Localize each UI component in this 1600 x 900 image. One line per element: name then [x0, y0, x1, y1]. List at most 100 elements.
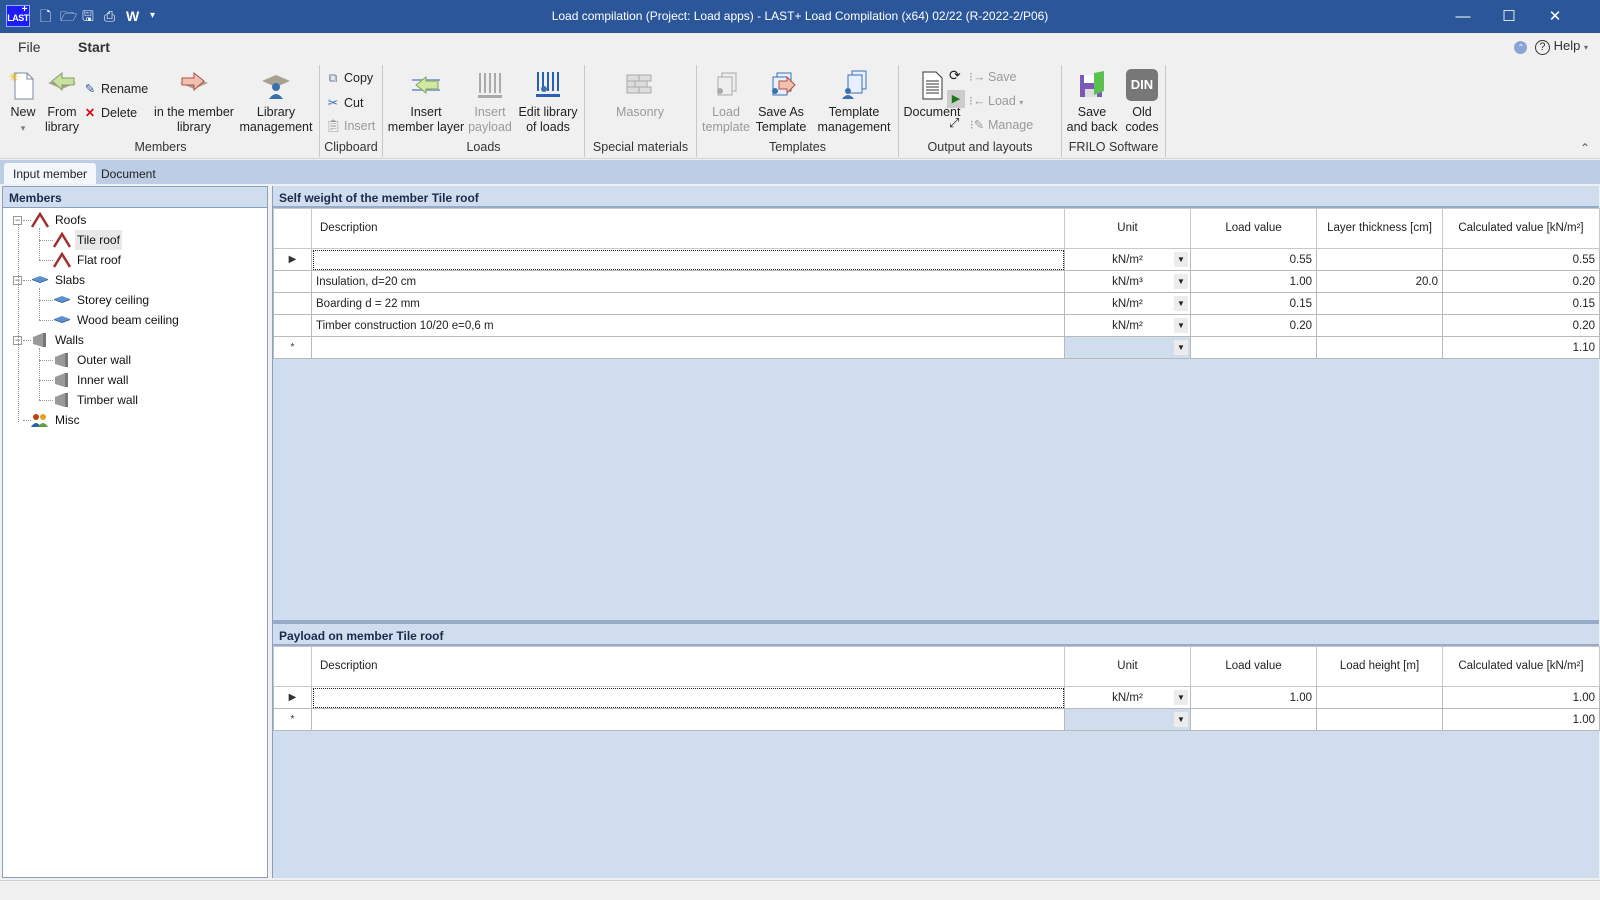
tree-node-label[interactable]: Flat roof	[75, 250, 123, 270]
edit-library-of-loads-button[interactable]: Edit library of loads	[515, 69, 581, 135]
chevron-down-icon[interactable]: ▼	[1174, 318, 1188, 333]
collapse-up-icon[interactable]: ⌃	[1514, 41, 1528, 54]
tree-node-label[interactable]: Wood beam ceiling	[75, 310, 181, 330]
close-button[interactable]: ✕	[1532, 0, 1578, 33]
row-indicator[interactable]: ▶	[273, 686, 312, 709]
row-indicator[interactable]	[273, 314, 312, 337]
table-row[interactable]: Boarding d = 22 mm kN/m² ▼ 0.15 0.15	[273, 292, 1600, 315]
tree-node-flat-roof[interactable]: Flat roof	[3, 250, 267, 270]
tree-node-outer-wall[interactable]: Outer wall	[3, 350, 267, 370]
column-layer-thickness[interactable]: Layer thickness [cm]	[1316, 208, 1443, 249]
row-indicator[interactable]	[273, 270, 312, 293]
tree-node-label[interactable]: Walls	[53, 330, 86, 350]
row-indicator[interactable]	[273, 292, 312, 315]
unit-select[interactable]: ▼	[1064, 336, 1191, 359]
tree-node-label[interactable]: Tile roof	[75, 230, 122, 250]
layout-load-button[interactable]: ⁝← Load ▾	[969, 93, 1023, 108]
save-as-template-button[interactable]: Save As Template	[753, 69, 809, 135]
description-cell[interactable]: Boarding d = 22 mm	[311, 292, 1065, 315]
chevron-down-icon[interactable]: ▼	[1174, 340, 1188, 355]
masonry-button[interactable]: Masonry	[605, 69, 675, 120]
chevron-down-icon[interactable]: ▼	[1174, 712, 1188, 727]
layout-manage-button[interactable]: ⁝✎ Manage	[969, 117, 1033, 132]
tree-node-walls[interactable]: − Walls	[3, 330, 267, 350]
column-calculated-value[interactable]: Calculated value [kN/m²]	[1442, 646, 1600, 687]
rename-button[interactable]: ✎ Rename	[82, 81, 149, 96]
chevron-down-icon[interactable]: ▼	[1174, 690, 1188, 705]
unit-select[interactable]: kN/m² ▼	[1064, 292, 1191, 315]
unit-select[interactable]: kN/m² ▼	[1064, 248, 1191, 271]
description-cell[interactable]	[311, 336, 1065, 359]
tree-node-label[interactable]: Storey ceiling	[75, 290, 151, 310]
new-row[interactable]: * ▼ 1.10	[273, 336, 1600, 359]
tree-node-label[interactable]: Slabs	[53, 270, 87, 290]
tree-node-label[interactable]: Inner wall	[75, 370, 130, 390]
tree-node-label[interactable]: Timber wall	[75, 390, 140, 410]
row-indicator[interactable]: ▶	[273, 248, 312, 271]
tree-node-label[interactable]: Misc	[53, 410, 82, 430]
table-row[interactable]: Insulation, d=20 cm kN/m³ ▼ 1.00 20.0 0.20	[273, 270, 1600, 293]
maximize-button[interactable]: ☐	[1486, 0, 1532, 33]
load-value-cell[interactable]: 0.55	[1190, 248, 1317, 271]
refresh-icon[interactable]: ⟳	[949, 67, 961, 84]
chevron-down-icon[interactable]: ▼	[1174, 274, 1188, 289]
template-management-button[interactable]: Template management	[813, 69, 895, 135]
cut-button[interactable]: ✂ Cut	[325, 95, 364, 110]
menu-file[interactable]: File	[18, 39, 41, 55]
unit-select[interactable]: ▼	[1064, 708, 1191, 731]
load-value-cell[interactable]: 1.00	[1190, 686, 1317, 709]
library-management-button[interactable]: Library management	[238, 69, 314, 135]
new-row[interactable]: * ▼ 1.00	[273, 708, 1600, 731]
column-unit[interactable]: Unit	[1064, 208, 1191, 249]
table-row[interactable]: ▶ Tiles 01 kN/m² ▼ 0.55 0.55	[273, 248, 1600, 271]
expand-window-icon[interactable]: ⤢	[949, 115, 959, 131]
tree-node-timber-wall[interactable]: Timber wall	[3, 390, 267, 410]
insert-button[interactable]: 📋︎ Insert	[325, 119, 375, 134]
column-description[interactable]: Description	[311, 646, 1065, 687]
tree-node-wood-beam-ceiling[interactable]: Wood beam ceiling	[3, 310, 267, 330]
collapse-toggle-icon[interactable]: −	[13, 216, 22, 225]
column-load-value[interactable]: Load value	[1190, 646, 1317, 687]
load-value-cell[interactable]: 1.00	[1190, 270, 1317, 293]
insert-member-layer-button[interactable]: Insert member layer	[387, 69, 465, 135]
from-library-button[interactable]: From library	[42, 69, 82, 135]
load-value-cell[interactable]: 0.20	[1190, 314, 1317, 337]
copy-button[interactable]: ⧉ Copy	[325, 71, 374, 86]
in-member-library-button[interactable]: in the member library	[152, 69, 236, 135]
tree-node-label[interactable]: Outer wall	[75, 350, 133, 370]
table-row[interactable]: ▶ Walk-on roofs kN/m² ▼ 1.00 1.00	[273, 686, 1600, 709]
column-load-value[interactable]: Load value	[1190, 208, 1317, 249]
layout-save-button[interactable]: ⁝→ Save	[969, 69, 1017, 84]
description-cell[interactable]: Insulation, d=20 cm	[311, 270, 1065, 293]
column-description[interactable]: Description	[311, 208, 1065, 249]
tree-node-misc[interactable]: Misc	[3, 410, 267, 430]
collapse-ribbon-icon[interactable]: ⌃	[1580, 141, 1590, 155]
description-cell[interactable]: Timber construction 10/20 e=0,6 m	[311, 314, 1065, 337]
tree-node-inner-wall[interactable]: Inner wall	[3, 370, 267, 390]
chevron-down-icon[interactable]: ▼	[1174, 252, 1188, 267]
description-cell[interactable]: Tiles 01	[311, 248, 1065, 271]
tree-node-storey-ceiling[interactable]: Storey ceiling	[3, 290, 267, 310]
save-and-back-button[interactable]: Save and back	[1066, 69, 1118, 135]
new-button[interactable]: ✳ New ▾	[6, 69, 40, 136]
insert-payload-button[interactable]: Insert payload	[467, 69, 513, 135]
load-template-button[interactable]: Load template	[701, 69, 751, 135]
help-menu[interactable]: ⌃ ? Help ▾	[1514, 38, 1588, 55]
load-value-cell[interactable]: 0.15	[1190, 292, 1317, 315]
chevron-down-icon[interactable]: ▼	[1174, 296, 1188, 311]
tree-node-slabs[interactable]: − Slabs	[3, 270, 267, 290]
tree-node-roofs[interactable]: − Roofs	[3, 210, 267, 230]
unit-select[interactable]: kN/m² ▼	[1064, 686, 1191, 709]
minimize-button[interactable]: —	[1440, 0, 1486, 33]
description-cell[interactable]	[311, 708, 1065, 731]
unit-select[interactable]: kN/m² ▼	[1064, 314, 1191, 337]
column-calculated-value[interactable]: Calculated value [kN/m²]	[1442, 208, 1600, 249]
tree-node-label[interactable]: Roofs	[53, 210, 88, 230]
tab-input-member[interactable]: Input member	[4, 163, 97, 184]
old-codes-button[interactable]: DIN Old codes	[1122, 69, 1162, 135]
unit-select[interactable]: kN/m³ ▼	[1064, 270, 1191, 293]
table-row[interactable]: Timber construction 10/20 e=0,6 m kN/m² ▼ 0…	[273, 314, 1600, 337]
delete-button[interactable]: ✕ Delete	[82, 105, 137, 120]
preview-icon[interactable]: ▶	[947, 90, 965, 108]
column-unit[interactable]: Unit	[1064, 646, 1191, 687]
